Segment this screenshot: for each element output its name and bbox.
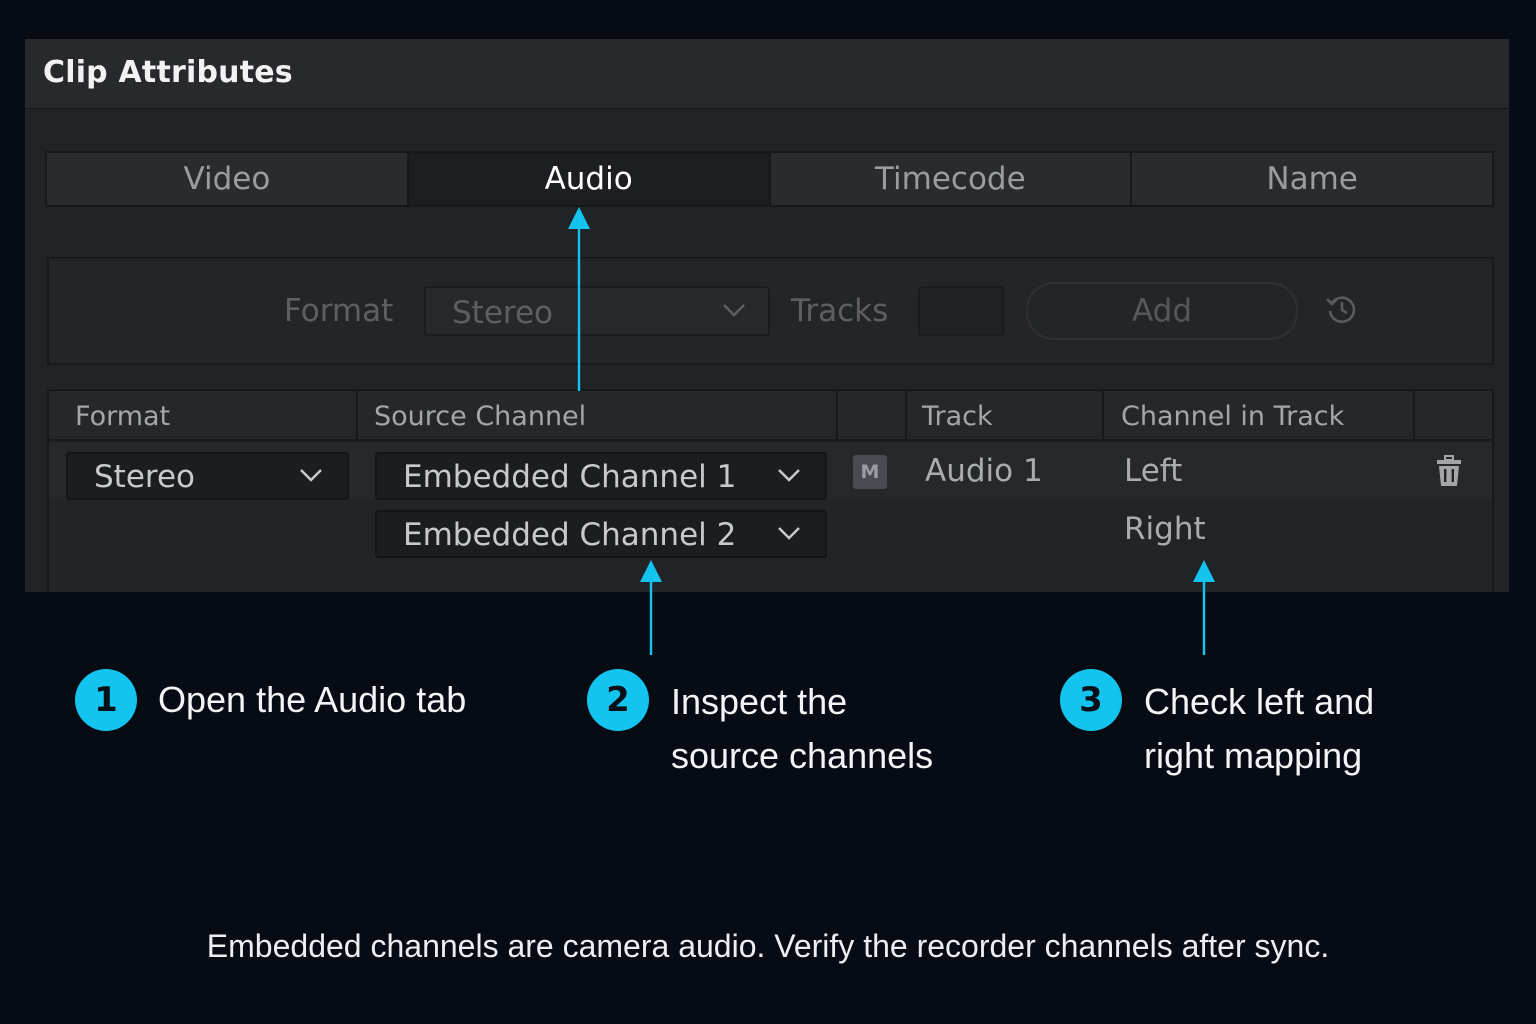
step-1-badge: 1 [75, 669, 137, 731]
row-format-value: Stereo [94, 459, 196, 495]
table-header: Format Source Channel Track Channel in T… [49, 391, 1492, 441]
step-3-text: Check left and right mapping [1144, 675, 1374, 783]
panel-header: Clip Attributes [25, 39, 1509, 109]
format-label: Format [284, 293, 394, 329]
tab-video[interactable]: Video [47, 153, 409, 205]
header-source-channel: Source Channel [374, 401, 587, 432]
chevron-down-icon [722, 302, 746, 322]
header-track: Track [922, 401, 993, 432]
step-1-text: Open the Audio tab [158, 673, 466, 727]
column-divider[interactable] [836, 391, 838, 441]
source-channel-1-value: Embedded Channel 1 [403, 459, 737, 495]
tracks-input[interactable] [918, 286, 1004, 336]
header-format: Format [75, 401, 171, 432]
step-2-badge: 2 [587, 669, 649, 731]
track-value: Audio 1 [925, 453, 1043, 489]
reset-history-icon[interactable] [1324, 291, 1360, 331]
channel-in-track-left: Left [1124, 453, 1183, 489]
tracks-label: Tracks [791, 293, 889, 329]
column-divider[interactable] [1413, 391, 1415, 441]
step-2-line-1: Inspect the [671, 681, 848, 722]
source-channel-2-select[interactable]: Embedded Channel 2 [375, 510, 827, 558]
callout-arrow-audio-tab [568, 207, 590, 391]
column-divider[interactable] [1102, 391, 1104, 441]
step-3-badge: 3 [1060, 669, 1122, 731]
chevron-down-icon [777, 467, 801, 487]
column-divider[interactable] [356, 391, 358, 441]
callout-arrow-channel-mapping [1193, 560, 1215, 655]
format-select[interactable]: Stereo [424, 286, 770, 336]
audio-mapping-table: Format Source Channel Track Channel in T… [47, 389, 1494, 592]
chevron-down-icon [777, 525, 801, 545]
format-select-value: Stereo [452, 295, 554, 331]
mute-toggle[interactable]: M [853, 455, 887, 489]
row-format-select[interactable]: Stereo [66, 452, 349, 500]
tab-name[interactable]: Name [1132, 153, 1492, 205]
tab-audio[interactable]: Audio [408, 153, 771, 205]
tab-timecode[interactable]: Timecode [771, 153, 1133, 205]
step-3-line-1: Check left and [1144, 681, 1375, 722]
chevron-down-icon [299, 467, 323, 487]
channel-in-track-right: Right [1124, 511, 1206, 547]
column-divider[interactable] [905, 391, 907, 441]
tab-bar: Video Audio Timecode Name [45, 151, 1494, 207]
trash-icon[interactable] [1436, 455, 1462, 491]
footnote: Embedded channels are camera audio. Veri… [206, 928, 1330, 964]
clip-attributes-panel: Clip Attributes Video Audio Timecode Nam… [25, 39, 1509, 592]
panel-title: Clip Attributes [43, 55, 293, 90]
add-button[interactable]: Add [1026, 282, 1298, 340]
step-2-text: Inspect the source channels [671, 675, 933, 783]
step-2-line-2: source channels [671, 735, 934, 776]
add-track-bar: Format Stereo Tracks Add [47, 257, 1494, 365]
step-1-line-1: Open the Audio tab [158, 679, 467, 720]
header-channel-in-track: Channel in Track [1121, 401, 1345, 432]
source-channel-1-select[interactable]: Embedded Channel 1 [375, 452, 827, 500]
callout-arrow-source-channels [640, 560, 662, 655]
step-3-line-2: right mapping [1144, 735, 1363, 776]
source-channel-2-value: Embedded Channel 2 [403, 517, 737, 553]
